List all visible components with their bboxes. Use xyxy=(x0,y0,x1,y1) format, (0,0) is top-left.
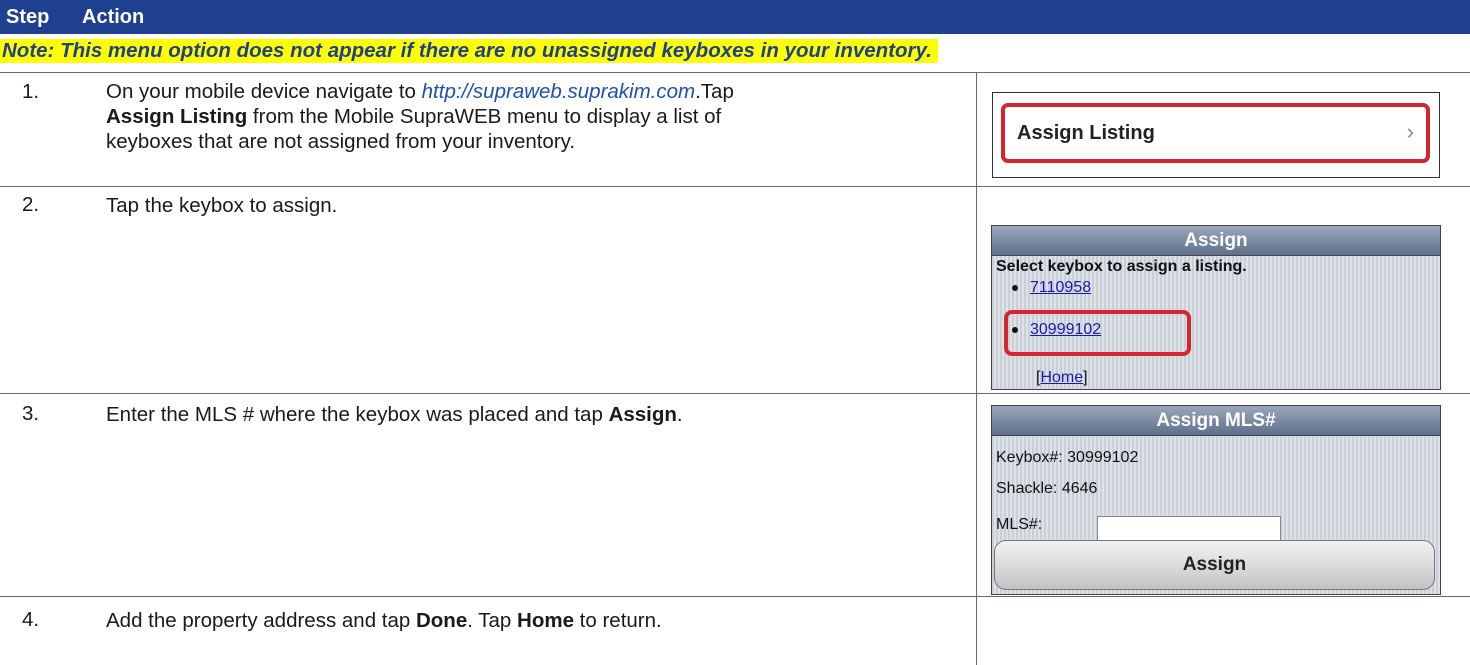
highlight-callout xyxy=(1004,310,1191,356)
instruction-text: Select keybox to assign a listing. xyxy=(996,258,1247,275)
keybox-link[interactable]: 7110958 xyxy=(1030,279,1091,296)
action-column-header: Action xyxy=(82,6,145,28)
assign-listing-screenshot: Assign Listing › xyxy=(992,92,1440,178)
list-item: 7110958 xyxy=(1012,279,1091,297)
note-row: Note: This menu option does not appear i… xyxy=(0,34,1470,72)
assign-listing-label: Assign Listing xyxy=(1017,122,1155,144)
chevron-right-icon: › xyxy=(1406,119,1414,144)
keybox-number: Keybox#: 30999102 xyxy=(996,449,1139,466)
step-1-text: On your mobile device navigate to http:/… xyxy=(106,79,734,154)
step-bold-text: Done xyxy=(415,609,468,632)
divider xyxy=(0,186,1470,187)
step-bold-text: Home xyxy=(517,609,574,632)
step-text: to return. xyxy=(573,609,662,632)
step-text: Enter the MLS # where the keybox was pla… xyxy=(106,403,609,426)
assign-mls-screenshot: Assign MLS# Keybox#: 30999102 Shackle: 4… xyxy=(991,405,1441,595)
supraweb-link[interactable]: http://supraweb.suprakim.com xyxy=(422,80,695,103)
panel-title: Assign MLS# xyxy=(992,406,1440,436)
mls-input[interactable] xyxy=(1097,516,1281,542)
step-text: from the Mobile SupraWEB menu to display… xyxy=(247,105,722,128)
shackle-number: Shackle: 4646 xyxy=(996,480,1098,497)
divider xyxy=(0,596,1470,597)
step-text: . Tap xyxy=(467,609,518,632)
divider xyxy=(0,393,1470,394)
step-text: On your mobile device navigate to xyxy=(106,80,422,103)
step-number: 4. xyxy=(22,608,40,631)
step-number: 3. xyxy=(22,402,40,425)
column-divider xyxy=(976,72,977,665)
note-text: Note: This menu option does not appear i… xyxy=(0,39,938,63)
bracket: ] xyxy=(1083,369,1088,386)
table-header: Step Action xyxy=(0,0,1470,34)
step-bold-text: Assign Listing xyxy=(106,105,248,128)
step-column-header: Step xyxy=(6,6,50,28)
home-link[interactable]: Home xyxy=(1040,369,1083,386)
divider xyxy=(0,72,1470,73)
step-text: .Tap xyxy=(695,80,734,103)
assign-listing-menu-item[interactable]: Assign Listing › xyxy=(1001,103,1430,163)
panel-title: Assign xyxy=(992,226,1440,256)
mls-label: MLS#: xyxy=(996,516,1043,533)
step-text: . xyxy=(676,403,683,426)
assign-button[interactable]: Assign xyxy=(994,540,1435,590)
home-link-wrapper: [Home] xyxy=(1036,369,1088,387)
assign-keybox-screenshot: Assign Select keybox to assign a listing… xyxy=(991,225,1441,390)
step-text: Add the property address and tap xyxy=(106,609,416,632)
step-text: keyboxes that are not assigned from your… xyxy=(106,130,576,153)
bullet-icon xyxy=(1012,284,1018,291)
step-3-text: Enter the MLS # where the keybox was pla… xyxy=(106,402,683,427)
step-number: 2. xyxy=(22,193,40,216)
step-bold-text: Assign xyxy=(608,403,677,426)
step-4-text: Add the property address and tap Done. T… xyxy=(106,608,662,633)
step-number: 1. xyxy=(22,80,40,103)
step-2-text: Tap the keybox to assign. xyxy=(106,194,338,217)
